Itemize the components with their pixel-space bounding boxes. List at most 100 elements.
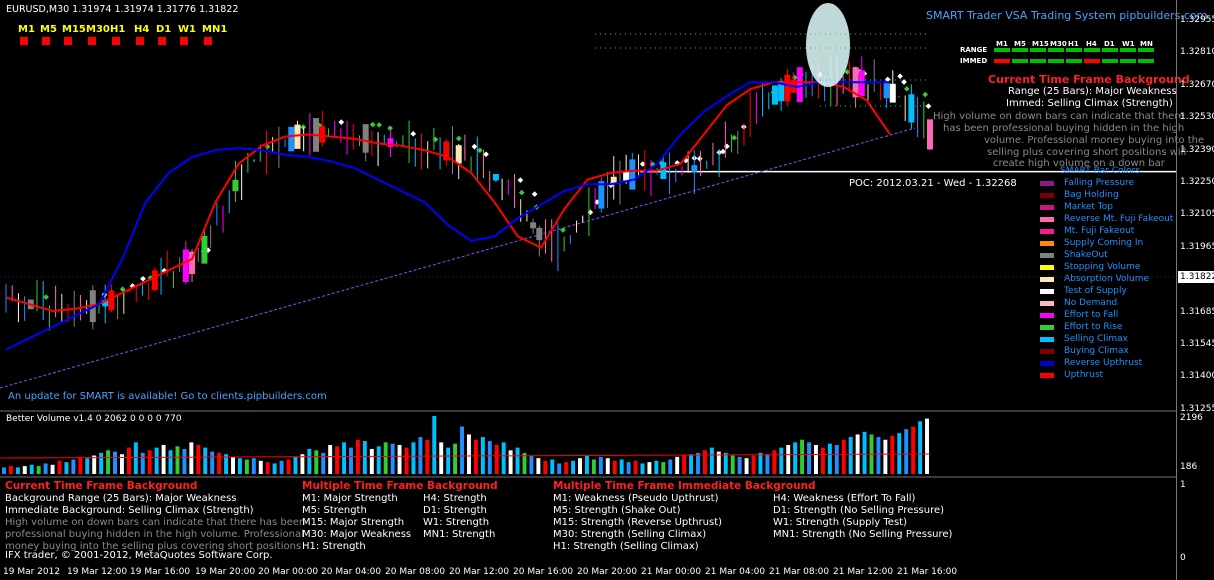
volume-bar [439, 442, 444, 474]
volume-bar [210, 451, 215, 474]
volume-bar [508, 450, 513, 474]
volume-bar [460, 426, 464, 474]
signal-diamond [696, 155, 703, 162]
tf-status-w1 [180, 37, 188, 45]
volume-bar [911, 426, 916, 474]
mtf-cell [1138, 59, 1154, 63]
time-tick: 19 Mar 2012 [3, 567, 61, 577]
candle-body [796, 67, 803, 103]
tf-status-h4 [136, 37, 144, 45]
volume-bar [584, 455, 589, 474]
tf-label-h4[interactable]: H4 [134, 24, 149, 35]
tf-label-m15[interactable]: M15 [62, 24, 86, 35]
poc-label: POC: 2012.03.21 - Wed - 1.32268 [849, 178, 1017, 189]
price-tick: 1.32390 [1180, 144, 1214, 155]
update-notice[interactable]: An update for SMART is available! Go to … [8, 391, 327, 402]
volume-bar [675, 456, 680, 474]
signal-diamond [455, 135, 462, 142]
volume-bar [2, 467, 6, 474]
volume-bar [244, 459, 249, 474]
mtf-header-w1: W1 [1122, 40, 1135, 48]
mtf-cell [1048, 59, 1064, 63]
volume-bar [85, 458, 90, 474]
tf-label-w1[interactable]: W1 [178, 24, 196, 35]
time-tick: 19 Mar 12:00 [67, 567, 128, 577]
right-panel-desc-0: High volume on down bars can indicate th… [933, 111, 1185, 122]
right-panel-desc-3: selling plus covering short positions wi… [987, 147, 1187, 158]
candle-body [691, 165, 698, 172]
volume-bar [536, 458, 541, 474]
volume-bar [36, 466, 41, 474]
candle-body [629, 159, 636, 190]
volume-bar [564, 462, 569, 474]
signal-diamond [587, 209, 594, 216]
price-tick: 1.31685 [1180, 306, 1214, 317]
mtf-bg-item: M15: Major Strength [302, 517, 405, 528]
tf-status-m1 [20, 37, 28, 45]
tf-label-m30[interactable]: M30 [86, 24, 110, 35]
tf-label-mn1[interactable]: MN1 [202, 24, 227, 35]
volume-bar [147, 450, 152, 474]
tf-label-h1[interactable]: H1 [110, 24, 125, 35]
candle-body [319, 126, 326, 143]
brand-link[interactable]: SMART Trader VSA Trading System pipbuild… [926, 9, 1207, 22]
legend-swatch [1040, 337, 1054, 342]
mtf-bg-item: M30: Major Weakness [302, 529, 412, 540]
time-tick: 21 Mar 08:00 [769, 567, 830, 577]
legend-swatch [1040, 301, 1054, 306]
time-tick: 20 Mar 16:00 [513, 567, 574, 577]
mtf-cell [1120, 48, 1136, 52]
volume-bar [487, 441, 492, 474]
volume-bar [161, 445, 166, 474]
volume-bar [126, 447, 131, 474]
volume-bar [154, 447, 159, 474]
mtf-bg-title: Multiple Time Frame Background [302, 480, 498, 492]
mtf-bg-item: M1: Major Strength [302, 493, 398, 504]
volume-bar [446, 447, 451, 474]
signal-diamond [43, 294, 49, 300]
volume-bar [883, 439, 888, 474]
volume-bar [834, 445, 839, 474]
price-tick: 1.32105 [1180, 209, 1214, 220]
legend-label: Effort to Fall [1064, 310, 1119, 320]
symbol-info: EURUSD,M30 1.31974 1.31974 1.31776 1.318… [6, 4, 239, 15]
tf-label-m1[interactable]: M1 [18, 24, 35, 35]
volume-bar [231, 456, 235, 474]
volume-bar [751, 455, 756, 474]
signal-diamond [897, 73, 903, 80]
volume-bar [29, 464, 34, 474]
candle-body [455, 145, 462, 164]
mtf-im-title: Multiple Time Frame Immediate Background [553, 480, 816, 492]
volume-bar [925, 418, 929, 474]
legend-swatch [1040, 361, 1054, 366]
candle-body [883, 81, 890, 99]
mtf-bg-item: D1: Strength [423, 505, 487, 516]
mtf-header-m30: M30 [1050, 40, 1067, 48]
series-line-0 [5, 81, 891, 313]
price-tick: 1.31400 [1180, 371, 1214, 382]
candle-body [362, 124, 369, 153]
signal-diamond [731, 134, 738, 141]
time-tick: 20 Mar 08:00 [385, 567, 446, 577]
volume-bar [814, 445, 818, 474]
volume-bar [22, 466, 27, 474]
volume-bar [876, 437, 881, 474]
mtf-cell [1084, 59, 1100, 63]
tf-label-d1[interactable]: D1 [156, 24, 171, 35]
volume-bar [321, 452, 326, 474]
legend-label: Selling Climax [1064, 334, 1128, 344]
legend-swatch [1040, 205, 1054, 210]
candle-body [784, 74, 791, 102]
tf-label-m5[interactable]: M5 [40, 24, 57, 35]
tf-status-m5 [42, 37, 50, 45]
candle-body [288, 126, 295, 152]
tf-status-mn1 [204, 37, 212, 45]
volume-bar [64, 462, 69, 474]
volume-bar [890, 435, 895, 474]
candle-body [201, 235, 208, 264]
time-tick: 20 Mar 00:00 [258, 567, 319, 577]
candle-body [927, 119, 933, 150]
signal-diamond [369, 121, 376, 128]
price-tick: 1.32955 [1180, 15, 1214, 25]
legend-swatch [1040, 313, 1054, 318]
